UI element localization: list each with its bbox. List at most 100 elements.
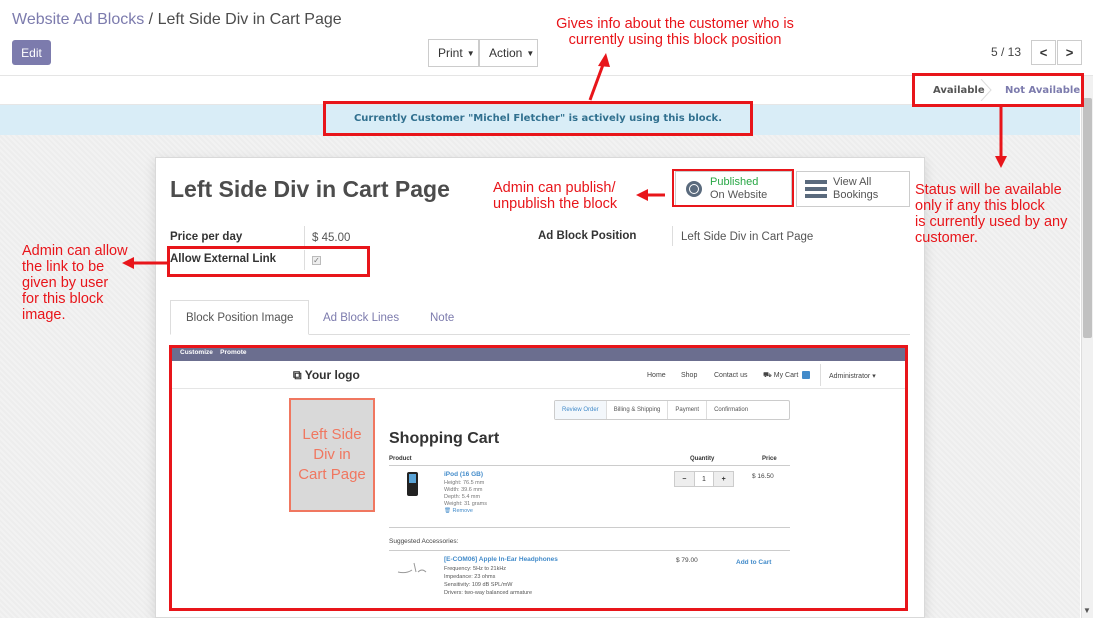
preview-table-line bbox=[389, 527, 790, 528]
status-separator-arrow bbox=[980, 79, 992, 101]
customer-alert-text: Currently Customer "Michel Fletcher" is … bbox=[353, 113, 723, 124]
preview-table-line bbox=[389, 550, 790, 551]
preview-cart-title: Shopping Cart bbox=[389, 430, 500, 447]
breadcrumb-separator: / bbox=[148, 11, 154, 28]
globe-icon bbox=[686, 181, 702, 197]
caret-down-icon: ▾ bbox=[872, 373, 876, 380]
preview-spec-line: Height: 76.5 mm bbox=[444, 480, 485, 486]
caret-down-icon: ▼ bbox=[526, 48, 535, 58]
preview-spec-line: Width: 39.6 mm bbox=[444, 487, 483, 493]
ad-block-position-label: Ad Block Position bbox=[538, 230, 637, 242]
preview-step-payment: Payment bbox=[668, 401, 708, 419]
preview-customize: Customize bbox=[180, 349, 213, 356]
published-status: Published bbox=[710, 176, 759, 188]
preview-left-side-div: Left Side Div in Cart Page bbox=[289, 398, 375, 512]
tab-note[interactable]: Note bbox=[415, 300, 469, 335]
preview-checkout-steps: Review Order Billing & Shipping Payment … bbox=[554, 400, 790, 420]
preview-accessory-spec: Drivers: two-way balanced armature bbox=[444, 590, 533, 596]
published-toggle-button[interactable]: Published On Website bbox=[675, 171, 792, 207]
field-separator bbox=[672, 226, 673, 246]
price-per-day-value[interactable]: $ 45.00 bbox=[312, 232, 350, 244]
preview-accessory-name: [E-COM06] Apple In-Ear Headphones bbox=[444, 556, 558, 563]
preview-promote: Promote bbox=[220, 349, 247, 356]
preview-spec-line: Depth: 5.4 mm bbox=[444, 494, 481, 500]
preview-header-quantity: Quantity bbox=[690, 456, 715, 462]
caret-down-icon: ▼ bbox=[466, 48, 475, 58]
bookings-line1: View All bbox=[833, 176, 872, 188]
edit-button[interactable]: Edit bbox=[12, 40, 51, 65]
pager-next-button[interactable]: > bbox=[1057, 40, 1082, 65]
price-per-day-label: Price per day bbox=[170, 231, 243, 243]
field-separator bbox=[304, 226, 305, 246]
preview-nav-cart: ⛟ My Cart bbox=[763, 371, 811, 380]
preview-item-name: iPod (16 GB) bbox=[444, 471, 484, 478]
plus-icon: + bbox=[714, 472, 734, 486]
view-bookings-button[interactable]: View All Bookings bbox=[796, 171, 910, 207]
preview-quantity-stepper: − 1 + bbox=[674, 471, 734, 487]
preview-topbar-text: Customize Promote bbox=[180, 349, 246, 356]
chevron-right-icon: > bbox=[1065, 45, 1074, 60]
scrollbar-thumb[interactable] bbox=[1083, 98, 1092, 338]
preview-accessory-specs: Frequency: 5Hz to 21kHz Impedance: 23 oh… bbox=[444, 565, 532, 597]
annotation-line: currently using this block position bbox=[568, 32, 782, 48]
preview-cart-label: My Cart bbox=[773, 372, 799, 379]
breadcrumb: Website Ad Blocks / Left Side Div in Car… bbox=[12, 11, 342, 29]
preview-cart-icon: ⛟ bbox=[763, 372, 772, 379]
preview-topbar bbox=[170, 346, 908, 361]
bookings-line2: Bookings bbox=[833, 189, 879, 201]
pager-value[interactable]: 5 / 13 bbox=[991, 45, 1021, 59]
print-label: Print bbox=[438, 46, 463, 60]
annotation-line: Gives info about the customer who is bbox=[556, 16, 794, 32]
annotation-customer-info: Gives info about the customer who is cur… bbox=[544, 16, 806, 48]
status-not-available[interactable]: Not Available bbox=[1005, 79, 1080, 101]
minus-icon: − bbox=[675, 472, 695, 486]
trash-icon: 🗑 bbox=[444, 508, 451, 514]
preview-nav-contact: Contact us bbox=[714, 372, 748, 379]
preview-user-label: Administrator bbox=[829, 373, 871, 380]
allow-external-link-label: Allow External Link bbox=[170, 253, 277, 265]
preview-accessory-spec: Sensitivity: 109 dB SPL/mW bbox=[444, 582, 513, 588]
preview-logo-text: Your logo bbox=[304, 368, 360, 382]
preview-nav-divider bbox=[820, 364, 821, 386]
scroll-down-arrow-icon[interactable]: ▼ bbox=[1083, 606, 1091, 615]
preview-left-box-line: Div in bbox=[313, 446, 351, 463]
preview-accessory-spec: Impedance: 23 ohms bbox=[444, 574, 496, 580]
statusbar bbox=[0, 76, 1080, 105]
preview-spec-line: Weight: 31 grams bbox=[444, 501, 488, 507]
preview-nav-shop: Shop bbox=[681, 372, 698, 379]
preview-quantity-value: 1 bbox=[694, 472, 715, 486]
preview-logo: ⧉ Your logo bbox=[293, 368, 360, 383]
action-dropdown-button[interactable]: Action ▼ bbox=[479, 39, 538, 67]
preview-nav-home: Home bbox=[647, 372, 666, 379]
print-dropdown-button[interactable]: Print ▼ bbox=[428, 39, 479, 67]
preview-cart-count bbox=[802, 371, 811, 380]
pager-previous-button[interactable]: < bbox=[1031, 40, 1056, 65]
preview-item-price: $ 16.50 bbox=[752, 473, 774, 480]
breadcrumb-parent-link[interactable]: Website Ad Blocks bbox=[12, 11, 144, 28]
preview-left-box-line: Left Side bbox=[302, 426, 362, 443]
preview-table-line bbox=[389, 465, 790, 466]
tab-block-position-image[interactable]: Block Position Image bbox=[170, 300, 310, 335]
action-label: Action bbox=[489, 46, 523, 60]
ad-block-position-value[interactable]: Left Side Div in Cart Page bbox=[681, 231, 813, 243]
preview-accessory-price: $ 79.00 bbox=[676, 557, 698, 564]
preview-header-product: Product bbox=[389, 456, 412, 462]
preview-step-billing: Billing & Shipping bbox=[607, 401, 669, 419]
record-title: Left Side Div in Cart Page bbox=[170, 176, 450, 202]
preview-header-price: Price bbox=[762, 456, 777, 462]
preview-item-specs: Height: 76.5 mm Width: 39.6 mm Depth: 5.… bbox=[444, 480, 487, 515]
preview-remove-label: Remove bbox=[452, 508, 473, 514]
arrowhead-icon bbox=[598, 53, 610, 67]
allow-external-link-checkbox[interactable]: ✓ bbox=[312, 256, 321, 265]
preview-left-box-line: Cart Page bbox=[298, 466, 366, 483]
status-available[interactable]: Available bbox=[933, 79, 985, 101]
preview-step-confirmation: Confirmation bbox=[714, 407, 749, 413]
preview-step-review: Review Order bbox=[555, 401, 607, 419]
field-separator bbox=[304, 250, 305, 270]
tab-ad-block-lines[interactable]: Ad Block Lines bbox=[308, 300, 414, 335]
list-icon bbox=[805, 180, 827, 198]
preview-ipod-screen bbox=[409, 474, 416, 483]
preview-logo-icon: ⧉ bbox=[293, 368, 302, 382]
preview-remove-link: 🗑 Remove bbox=[444, 508, 487, 515]
preview-accessory-spec: Frequency: 5Hz to 21kHz bbox=[444, 566, 507, 572]
